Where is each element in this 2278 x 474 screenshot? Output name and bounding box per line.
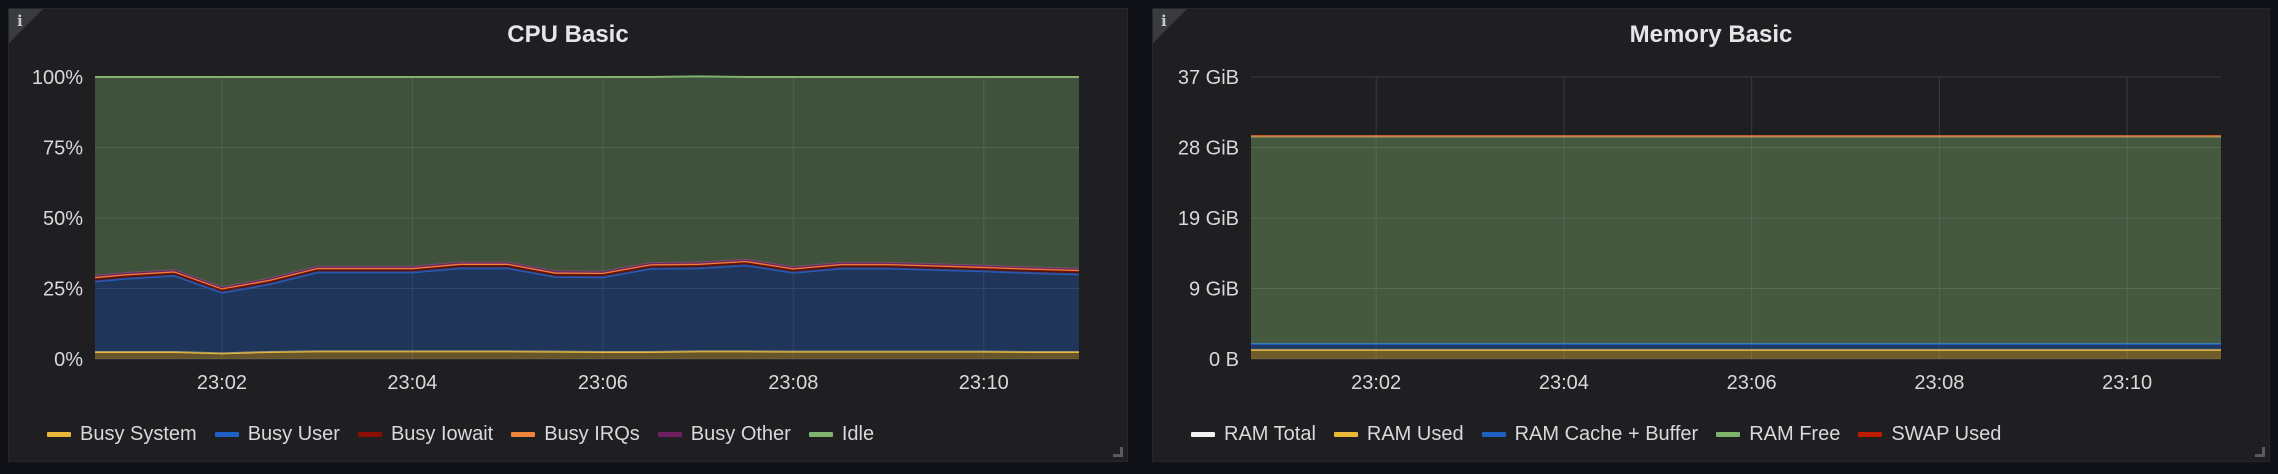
y-tick-label: 37 GiB — [1178, 67, 1239, 89]
y-tick-label: 50% — [43, 208, 83, 230]
legend-item[interactable]: RAM Total — [1191, 423, 1316, 446]
legend-swatch — [47, 432, 71, 437]
series-area-ram-free — [1251, 136, 2221, 344]
legend-item[interactable]: Busy Iowait — [357, 423, 494, 446]
legend-label: Busy IRQs — [544, 423, 640, 445]
legend-item[interactable]: RAM Used — [1333, 423, 1464, 446]
y-tick-label: 19 GiB — [1178, 208, 1239, 230]
legend-swatch — [1481, 432, 1506, 437]
memory-basic-panel: i Memory Basic 0 B9 GiB 19 GiB 28 GiB 37 Gi… — [1152, 8, 2270, 462]
legend-item[interactable]: Busy IRQs — [511, 423, 640, 446]
legend-swatch — [357, 432, 382, 437]
y-tick-label: 0% — [54, 349, 83, 371]
legend-swatch — [214, 432, 239, 437]
legend-label: Idle — [841, 423, 875, 445]
legend-label: Busy Iowait — [390, 423, 494, 445]
x-tick-label: 23:02 — [1351, 372, 1401, 394]
y-tick-label: 9 GiB — [1189, 279, 1239, 301]
x-tick-label: 23:06 — [1727, 372, 1777, 394]
legend-item[interactable]: RAM Cache + Buffer — [1481, 423, 1699, 446]
legend-swatch — [1858, 432, 1883, 437]
legend-swatch — [1191, 432, 1215, 437]
x-tick-label: 23:04 — [387, 372, 437, 394]
x-tick-label: 23:08 — [1914, 372, 1964, 394]
x-tick-label: 23:04 — [1539, 372, 1589, 394]
y-tick-label: 100% — [32, 67, 83, 89]
x-tick-label: 23:06 — [578, 372, 628, 394]
legend-item[interactable]: SWAP Used — [1858, 423, 2001, 446]
series-area-idle — [95, 76, 1079, 288]
series-area-ram-used — [1251, 349, 2221, 359]
x-tick-label: 23:08 — [768, 372, 818, 394]
legend-swatch — [808, 432, 833, 437]
legend-label: Busy User — [247, 423, 340, 445]
legend-label: RAM Used — [1366, 423, 1464, 445]
x-tick-label: 23:10 — [959, 372, 1009, 394]
legend: RAM Total RAM Used RAM Cache + Buffer RAM F… — [1191, 423, 2001, 446]
y-tick-label: 28 GiB — [1178, 138, 1239, 160]
y-tick-label: 75% — [43, 138, 83, 160]
legend-label: SWAP Used — [1891, 423, 2002, 445]
cpu-chart[interactable]: 0% 25% 50% 75% 100% 23:02 23:04 23:06 23:08 23:10 — [9, 9, 1129, 463]
legend-swatch — [511, 432, 536, 437]
legend-item[interactable]: Idle — [808, 423, 875, 446]
legend-label: Busy System — [80, 423, 197, 445]
legend-label: Busy Other — [690, 423, 791, 445]
x-tick-label: 23:02 — [197, 372, 247, 394]
x-tick-label: 23:10 — [2102, 372, 2152, 394]
legend-label: RAM Free — [1749, 423, 1841, 445]
resize-handle[interactable] — [1113, 447, 1123, 457]
legend-label: RAM Total — [1224, 423, 1316, 445]
legend-swatch — [1716, 432, 1741, 437]
memory-chart[interactable]: 0 B 9 GiB 19 GiB 28 GiB 37 GiB 23:02 23:04 23:0… — [1153, 9, 2271, 463]
legend-item[interactable]: Busy System — [47, 423, 197, 446]
y-tick-label: 25% — [43, 279, 83, 301]
legend: Busy System Busy User Busy Iowait Busy IRQs… — [47, 423, 874, 446]
legend-item[interactable]: Busy User — [214, 423, 340, 446]
resize-handle[interactable] — [2255, 447, 2265, 457]
legend-swatch — [657, 432, 682, 437]
legend-item[interactable]: RAM Free — [1716, 423, 1840, 446]
y-tick-label: 0 B — [1209, 349, 1239, 371]
legend-item[interactable]: Busy Other — [657, 423, 791, 446]
series-line-idle — [95, 75, 1079, 78]
cpu-basic-panel: i CPU Basic 0% 25% 50% 75% 100% 23:02 23:04 23:… — [8, 8, 1128, 462]
legend-swatch — [1333, 432, 1358, 437]
legend-label: RAM Cache + Buffer — [1514, 423, 1699, 445]
